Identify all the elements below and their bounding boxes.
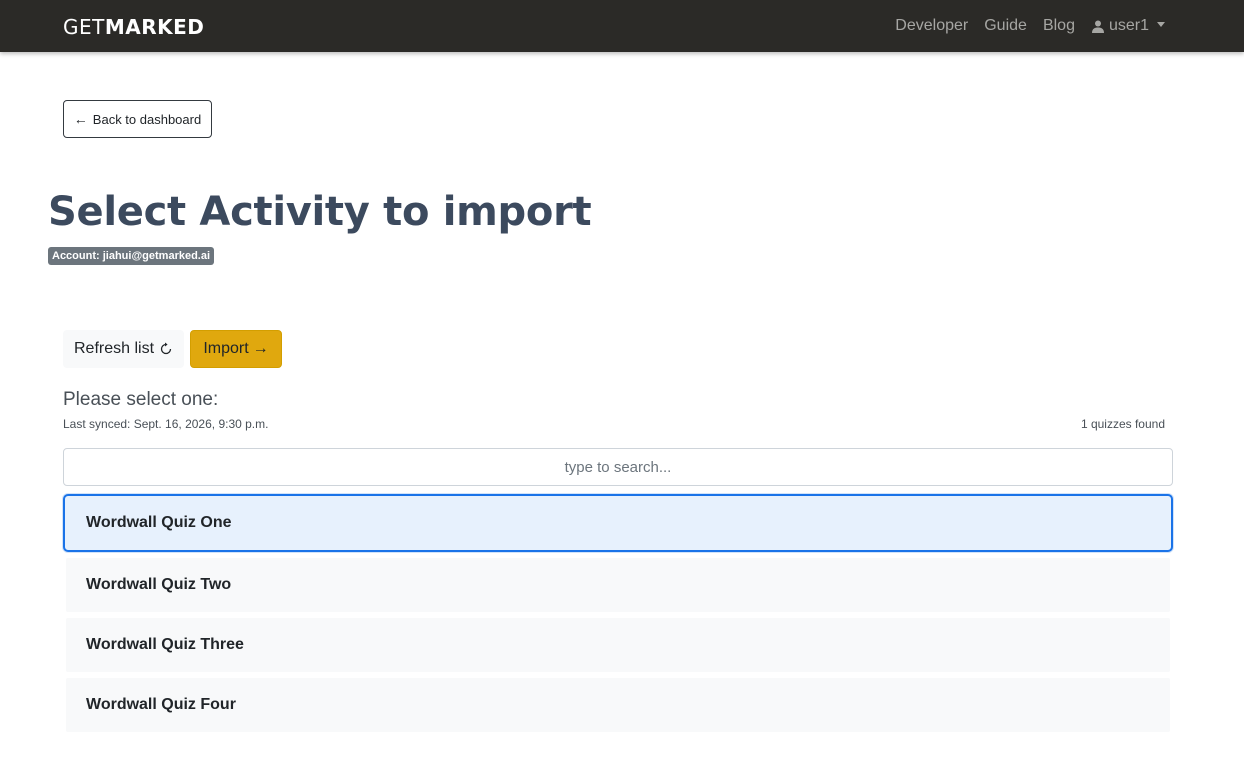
quiz-list: Wordwall Quiz One Wordwall Quiz Two Word… [63, 494, 1173, 732]
refresh-list-button[interactable]: Refresh list [63, 330, 184, 368]
quiz-item[interactable]: Wordwall Quiz One [63, 494, 1173, 552]
brand-logo-get: GET [63, 15, 105, 39]
search-input[interactable] [63, 448, 1173, 486]
refresh-button-label: Refresh list [73, 340, 155, 357]
select-prompt: Please select one: [63, 389, 219, 410]
quiz-item[interactable]: Wordwall Quiz Three [66, 618, 1170, 672]
account-badge: Account: jiahui@getmarked.ai [48, 247, 215, 265]
import-button[interactable]: Import → [190, 330, 282, 368]
nav-link-developer[interactable]: Developer [895, 14, 968, 38]
last-synced-text: Last synced: Sept. 16, 2026, 9:30 p.m. [63, 417, 269, 431]
import-button-label: Import [203, 340, 249, 357]
nav-link-guide[interactable]: Guide [984, 14, 1027, 38]
page-title: Select Activity to import [48, 189, 592, 235]
refresh-icon [160, 342, 172, 355]
brand-logo-marked: MARKED [104, 15, 205, 39]
quiz-item[interactable]: Wordwall Quiz Two [66, 558, 1170, 612]
quiz-count-text: 1 quizzes found [1080, 417, 1165, 431]
top-navbar: GETMARKED Developer Guide Blog user1 [0, 0, 1244, 52]
quiz-item[interactable]: Wordwall Quiz Four [66, 678, 1170, 732]
user-menu-dropdown[interactable]: user1 [1091, 17, 1165, 35]
nav-link-blog[interactable]: Blog [1043, 14, 1075, 38]
chevron-down-icon [1157, 21, 1165, 27]
brand-logo[interactable]: GETMARKED [63, 14, 204, 40]
back-to-dashboard-button[interactable]: ← Back to dashboard [63, 100, 212, 138]
user-name: user1 [1108, 17, 1149, 34]
arrow-right-icon: → [252, 340, 269, 357]
user-icon [1091, 20, 1104, 33]
nav-links: Developer Guide Blog user1 [879, 14, 1165, 38]
back-button-label: Back to dashboard [92, 111, 202, 127]
back-arrow-icon: ← [73, 111, 88, 127]
